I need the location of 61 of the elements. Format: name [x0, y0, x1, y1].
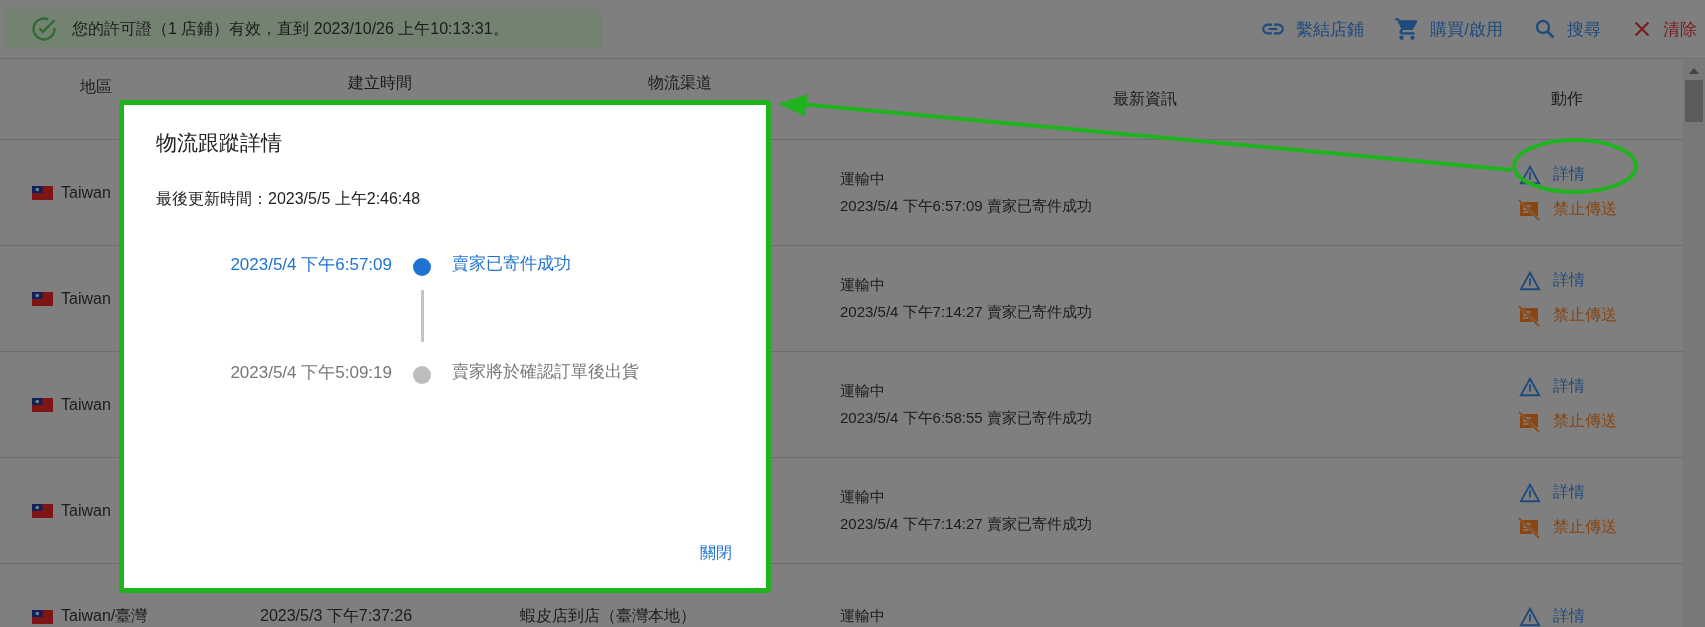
message-off-icon — [1516, 515, 1541, 540]
block-sending-button[interactable]: 禁止傳送 — [1516, 303, 1617, 328]
block-sending-button[interactable]: 禁止傳送 — [1516, 197, 1617, 222]
status-text: 運輸中 — [840, 487, 885, 507]
dialog-title: 物流跟蹤詳情 — [156, 130, 283, 156]
warning-icon — [1518, 375, 1541, 398]
latest-info: 2023/5/4 下午7:14:27 賣家已寄件成功 — [840, 302, 1092, 322]
search-icon — [1533, 17, 1557, 41]
logistics-channel: 蝦皮店到店（臺灣本地） — [520, 606, 696, 626]
region-text: Taiwan — [61, 183, 111, 202]
status-text: 運輸中 — [840, 275, 885, 295]
latest-info: 2023/5/4 下午6:58:55 賣家已寄件成功 — [840, 408, 1092, 428]
flag-icon — [32, 185, 53, 200]
status-text: 運輸中 — [840, 169, 885, 189]
event-time: 2023/5/4 下午5:09:19 — [229, 362, 392, 384]
column-header: 最新資訊 — [1112, 88, 1178, 109]
latest-info: 2023/5/4 下午6:57:09 賣家已寄件成功 — [840, 196, 1092, 216]
flag-icon — [32, 609, 53, 624]
clear-button[interactable]: 清除 — [1631, 17, 1697, 41]
warning-icon — [1518, 163, 1541, 186]
event-time: 2023/5/4 下午6:57:09 — [229, 254, 392, 276]
details-button[interactable]: 詳情 — [1518, 481, 1585, 504]
cart-button[interactable]: 購買/啟用 — [1394, 16, 1503, 42]
region-text: Taiwan — [61, 289, 111, 308]
details-button[interactable]: 詳情 — [1518, 163, 1585, 186]
message-off-icon — [1516, 409, 1541, 434]
status-text: 運輸中 — [840, 607, 885, 626]
details-button[interactable]: 詳情 — [1518, 605, 1585, 627]
flag-icon — [32, 291, 53, 306]
warning-icon — [1518, 269, 1541, 292]
last-updated-text: 最後更新時間：2023/5/5 上午2:46:48 — [156, 189, 422, 209]
flag-icon — [32, 397, 53, 412]
warning-icon — [1518, 481, 1541, 504]
scrollbar[interactable] — [1683, 60, 1705, 627]
column-header: 物流渠道 — [647, 73, 713, 93]
region-text: Taiwan — [61, 501, 111, 520]
region-text: Taiwan — [61, 395, 111, 414]
flag-icon — [32, 503, 53, 518]
scroll-thumb[interactable] — [1685, 80, 1703, 122]
message-off-icon — [1516, 197, 1541, 222]
created-time: 2023/5/3 下午7:37:26 — [260, 606, 413, 626]
column-header: 地區 — [79, 77, 113, 97]
status-text: 運輸中 — [840, 381, 885, 401]
scroll-up-icon — [1689, 68, 1699, 74]
block-sending-button[interactable]: 禁止傳送 — [1516, 515, 1617, 540]
check-circle-icon — [30, 15, 58, 43]
region-text: Taiwan/臺灣 — [61, 606, 148, 626]
link-button[interactable]: 繫結店鋪 — [1260, 16, 1365, 42]
event-description: 賣家將於確認訂單後出貨 — [452, 361, 640, 383]
search-button[interactable]: 搜尋 — [1533, 17, 1601, 41]
warning-icon — [1518, 605, 1541, 627]
column-header: 建立時間 — [347, 73, 413, 93]
latest-info: 2023/5/4 下午7:14:27 賣家已寄件成功 — [840, 514, 1092, 534]
details-button[interactable]: 詳情 — [1518, 269, 1585, 292]
message-off-icon — [1516, 303, 1541, 328]
details-button[interactable]: 詳情 — [1518, 375, 1585, 398]
column-header: 動作 — [1549, 88, 1584, 109]
license-text: 您的許可證（1 店鋪）有效，直到 2023/10/26 上午10:13:31。 — [72, 18, 509, 39]
close-button[interactable]: 關閉 — [698, 539, 734, 568]
event-description: 賣家已寄件成功 — [452, 253, 572, 275]
block-sending-button[interactable]: 禁止傳送 — [1516, 409, 1617, 434]
